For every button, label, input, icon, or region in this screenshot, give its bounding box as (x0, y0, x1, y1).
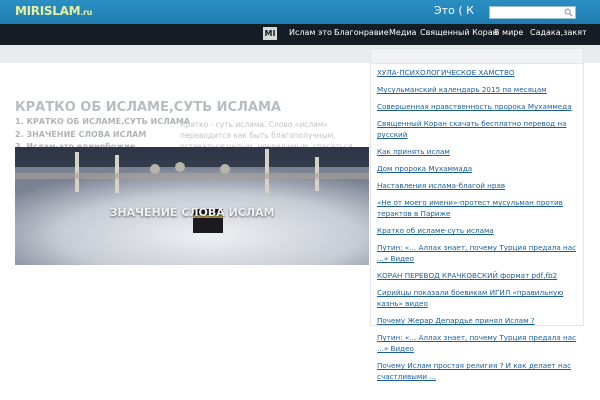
sidebar-link[interactable]: Почему Жерар Депардье принял Ислам ? (377, 315, 582, 326)
sidebar-link[interactable]: Путин: «... Аллах знает, почему Турция п… (377, 242, 582, 264)
top-header-bar: MIRISLAM.ru Это ( К (0, 0, 600, 24)
site-logo[interactable]: MIRISLAM.ru (15, 4, 92, 18)
sidebar-header (371, 49, 583, 64)
main-nav: MI Ислам это Благонравие Медиа Священный… (0, 24, 600, 45)
search-icon[interactable] (564, 8, 573, 17)
sidebar-link[interactable]: Совершенная нравственность пророка Мухам… (377, 101, 582, 112)
sidebar-link[interactable]: ХУЛА-ПСИХОЛОГИЧЕСКОЕ ХАМСТВО (377, 67, 582, 78)
nav-item-islam[interactable]: Ислам это (289, 28, 332, 37)
page-title: КРАТКО ОБ ИСЛАМЕ,СУТЬ ИСЛАМА (15, 100, 281, 115)
hero-image[interactable]: ЗНАЧЕНИЕ СЛОВА ИСЛАМ (15, 147, 369, 265)
sidebar: ХУЛА-ПСИХОЛОГИЧЕСКОЕ ХАМСТВО Мусульманск… (370, 48, 584, 381)
sidebar-link[interactable]: Священный Коран скачать бесплатно перево… (377, 118, 582, 140)
logo-text: MIRISLAM (15, 4, 81, 18)
sidebar-link[interactable]: Дом пророка Мухаммада (377, 163, 582, 174)
hero-caption[interactable]: ЗНАЧЕНИЕ СЛОВА ИСЛАМ (15, 206, 369, 219)
nav-item-blagonravie[interactable]: Благонравие (334, 28, 389, 37)
nav-item-world[interactable]: В мире (494, 28, 523, 37)
sidebar-link[interactable]: КОРАН ПЕРЕВОД КРАЧКОВСКИЙ формат pdf,fb2 (377, 270, 582, 281)
sidebar-link[interactable]: Кратко об исламе-суть ислама (377, 225, 582, 236)
sidebar-link[interactable]: Наставления ислама-благой нрав (377, 180, 582, 191)
sidebar-link[interactable]: Почему Ислам простая религия ? И как дел… (377, 360, 582, 382)
sidebar-link[interactable]: Путин: «... Аллах знает, почему Турция п… (377, 332, 582, 354)
sidebar-link[interactable]: Мусульманский календарь 2015 по месяцам (377, 84, 582, 95)
nav-item-sadaka[interactable]: Садака,закят (530, 28, 587, 37)
marquee-text: Это ( К (434, 4, 474, 17)
sidebar-link[interactable]: «Не от моего имени»-протест мусульман пр… (377, 197, 582, 219)
toc-item[interactable]: 1. КРАТКО ОБ ИСЛАМЕ,СУТЬ ИСЛАМА (15, 117, 190, 129)
search-input[interactable] (489, 6, 576, 19)
toc-item[interactable]: 2. ЗНАЧЕНИЕ СЛОВА ИСЛАМ (15, 130, 190, 142)
sidebar-link[interactable]: Сирийцы показали боевикам ИГИЛ «правильн… (377, 287, 582, 309)
nav-item-koran[interactable]: Священный Коран (420, 28, 498, 37)
nav-item-media[interactable]: Медиа (389, 28, 416, 37)
nav-logo[interactable]: MI (263, 27, 277, 40)
recent-posts-list: ХУЛА-ПСИХОЛОГИЧЕСКОЕ ХАМСТВО Мусульманск… (377, 67, 582, 388)
sidebar-link[interactable]: Как принять ислам (377, 146, 582, 157)
logo-domain: .ru (80, 8, 93, 17)
